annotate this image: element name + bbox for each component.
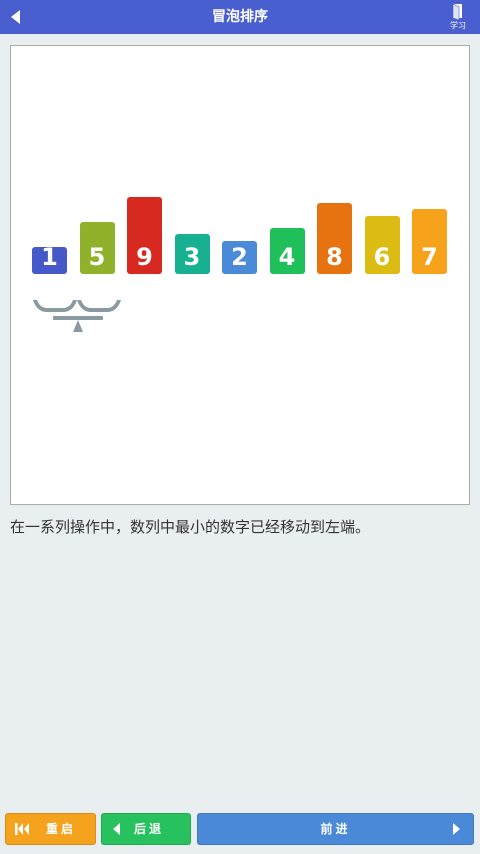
learn-button[interactable]: 学习 [444,3,472,31]
step-forward-button[interactable]: 前进 [197,813,474,845]
bar-value-label: 5 [88,242,106,271]
top-bar: 冒泡排序 学习 [0,0,480,34]
bar-value-label: 1 [41,243,58,271]
bar-1: 1 [32,243,67,274]
bar-value-label: 9 [136,242,153,271]
bar-7: 7 [412,209,447,274]
restart-label: 重启 [46,822,77,836]
bar-4: 4 [269,228,305,274]
bar-value-label: 7 [421,242,438,271]
bar-2: 2 [222,240,257,274]
bar-6: 6 [364,215,400,274]
sorting-canvas: 159324867 [10,45,470,505]
triangle-right-icon [453,823,460,835]
balance-scale-icon [33,300,121,332]
step-back-button[interactable]: 后退 [101,813,191,845]
bar-value-label: 4 [278,242,296,271]
description-text: 在一系列操作中，数列中最小的数字已经移动到左端。 [10,518,371,536]
bar-9: 9 [127,196,162,274]
bar-value-label: 8 [326,242,343,271]
bar-value-label: 6 [373,243,391,271]
forward-label: 前进 [320,822,351,836]
book-icon [452,3,462,20]
page-title: 冒泡排序 [212,9,268,25]
bar-5: 5 [79,221,115,274]
bar-value-label: 3 [183,242,201,271]
back-label: 后退 [134,822,165,836]
bar-value-label: 2 [231,242,248,271]
learn-label: 学习 [450,21,466,30]
bar-3: 3 [174,234,210,274]
triangle-left-icon [113,823,120,835]
bar-8: 8 [317,202,352,274]
restart-icon [15,823,29,835]
restart-button[interactable]: 重启 [5,813,96,845]
